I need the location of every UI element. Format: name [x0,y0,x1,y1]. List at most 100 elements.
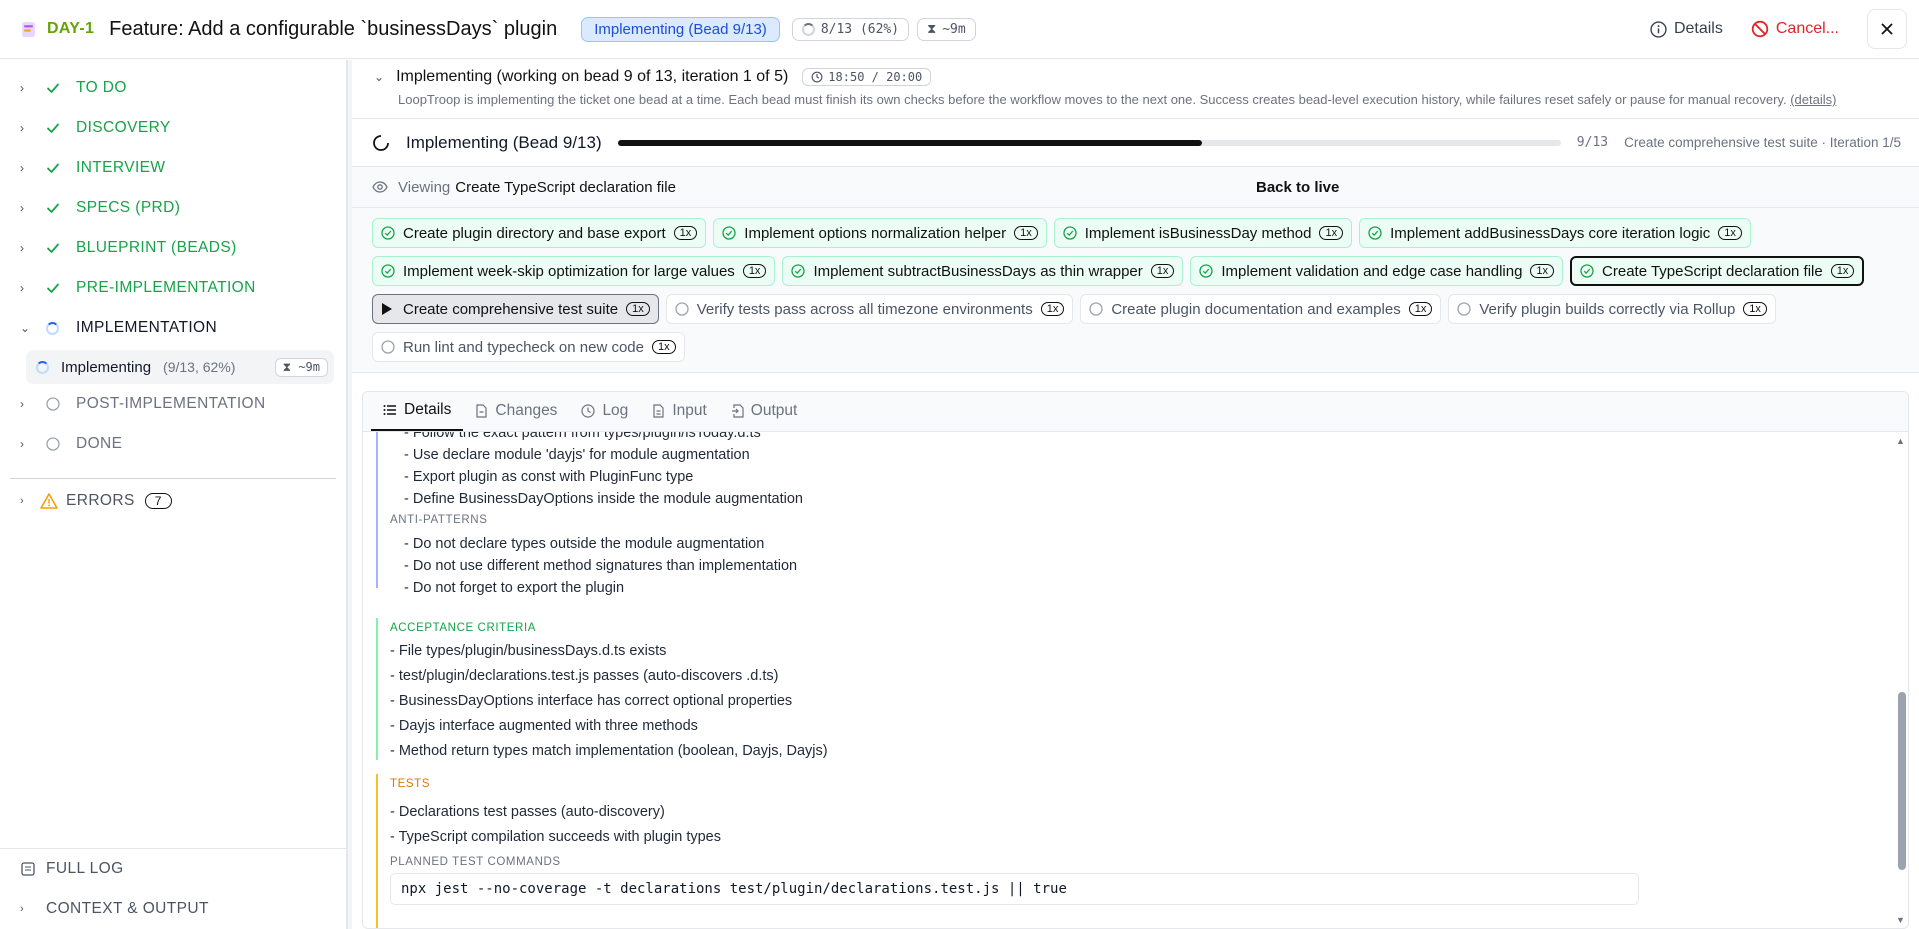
chevron-right-icon: › [20,903,25,915]
bead-chip[interactable]: Create comprehensive test suite 1x [372,294,659,324]
test-item: - TypeScript compilation succeeds with p… [390,829,721,845]
circle-icon [1089,302,1103,316]
prohibited-icon [1751,20,1769,38]
tab-input[interactable]: Input [640,392,718,431]
phase-label: SPECS (PRD) [76,199,181,216]
details-link[interactable]: (details) [1790,92,1836,107]
bead-iteration-badge: 1x [1743,302,1767,316]
sidebar-item-done[interactable]: › DONE [0,424,346,464]
test-command[interactable]: npx jest --no-coverage -t declarations t… [390,873,1639,905]
tab-log[interactable]: Log [569,392,640,431]
chevron-right-icon: › [20,437,25,451]
scrollbar[interactable]: ▲ ▼ [1894,432,1908,928]
back-to-live-button[interactable]: Back to live [1256,179,1339,196]
tab-output[interactable]: Output [719,392,810,431]
bead-chip[interactable]: Implement isBusinessDay method 1x [1053,218,1353,248]
sidebar-item-specs-prd[interactable]: › SPECS (PRD) [0,188,346,228]
tab-details[interactable]: Details [371,392,464,431]
bead-chip[interactable]: Implement validation and edge case handl… [1190,256,1564,286]
anti-pattern-item: - Do not forget to export the plugin [404,580,625,596]
guidance-bar [376,432,378,588]
sidebar-item-errors[interactable]: › ERRORS 7 [0,481,346,521]
progress-chip: 8/13 (62%) [791,17,910,41]
bead-chip[interactable]: Create plugin directory and base export 1… [372,218,707,248]
circle-icon [675,302,689,316]
bead-iteration-badge: 1x [673,226,698,240]
bead-chip[interactable]: Run lint and typecheck on new code 1x [372,332,685,362]
bead-chip[interactable]: Create TypeScript declaration file 1x [1570,256,1865,286]
cancel-button[interactable]: Cancel... [1751,20,1839,38]
acceptance-item: - File types/plugin/businessDays.d.ts ex… [390,643,667,659]
bead-chip[interactable]: Implement subtractBusinessDays as thin w… [782,256,1184,286]
acceptance-bar [376,618,378,760]
chevron-right-icon: › [20,281,25,295]
status-badge: Implementing (Bead 9/13) [581,16,780,42]
later-phase-list: › POST-IMPLEMENTATION › DONE [0,384,346,464]
guidance-item: - Export plugin as const with PluginFunc… [404,469,694,485]
bead-chip[interactable]: Implement options normalization helper 1x [713,218,1047,248]
bead-label: Create comprehensive test suite [403,300,619,318]
acceptance-item: - test/plugin/declarations.test.js passe… [390,668,779,684]
sidebar: › TO DO › DISCOVERY › INTERVIEW › SPECS (PRD) › B… [0,60,347,929]
tab-changes[interactable]: Changes [463,392,569,431]
tab-label: Details [404,401,452,418]
sidebar-item-post-implementation[interactable]: › POST-IMPLEMENTATION [0,384,346,424]
chevron-right-icon: › [20,241,25,255]
close-icon [1881,23,1893,35]
context-output-button[interactable]: › CONTEXT & OUTPUT [0,889,346,929]
sidebar-item-discovery[interactable]: › DISCOVERY [0,108,346,148]
bead-iteration-badge: 1x [1830,264,1855,278]
main-panel: ⌄ Implementing (working on bead 9 of 13,… [352,60,1919,929]
check-icon [47,123,59,133]
check-circle-icon [722,226,736,240]
hourglass-icon: ⧗ [927,21,937,37]
bead-chip[interactable]: Implement week-skip optimization for lar… [372,256,776,286]
info-icon [1650,20,1667,38]
eta-chip: ⧗ ~9m [917,17,976,41]
bead-label: Implement options normalization helper [744,224,1007,242]
phase-label: PRE-IMPLEMENTATION [76,279,256,296]
circle-icon [46,437,60,451]
bead-iteration-badge: 1x [1408,302,1433,316]
list-icon [383,403,397,417]
scroll-down-icon[interactable]: ▼ [1896,915,1905,925]
check-circle-icon [1580,264,1594,278]
sidebar-item-implementation[interactable]: ⌄ IMPLEMENTATION [0,308,346,348]
chevron-down-icon[interactable]: ⌄ [374,70,384,84]
chevron-right-icon: › [20,81,25,95]
bead-iteration-badge: 1x [1150,264,1175,278]
tab-label: Output [750,402,798,419]
bead-chip[interactable]: Verify tests pass across all timezone en… [665,294,1074,324]
sidebar-item-to-do[interactable]: › TO DO [0,68,346,108]
details-button[interactable]: Details [1650,20,1723,38]
file-input-icon [652,404,665,418]
sidebar-item-implementing[interactable]: Implementing (9/13, 62%) ⧗ ~9m [26,350,334,384]
guidance-item: - Use declare module 'dayjs' for module … [404,447,750,463]
scrollbar-thumb[interactable] [1898,692,1906,870]
acceptance-item: - Method return types match implementati… [390,743,828,759]
progress-bar [617,139,1561,146]
sidebar-item-interview[interactable]: › INTERVIEW [0,148,346,188]
progress-bar-fill [617,139,1203,146]
bead-chip[interactable]: Implement addBusinessDays core iteration… [1359,218,1751,248]
check-circle-icon [1063,226,1077,240]
bead-chip[interactable]: Create plugin documentation and examples… [1080,294,1442,324]
sidebar-item-blueprint-beads[interactable]: › BLUEPRINT (BEADS) [0,228,346,268]
circle-icon [46,397,60,411]
acceptance-item: - Dayjs interface augmented with three m… [390,718,698,734]
bead-chip[interactable]: Verify plugin builds correctly via Rollu… [1448,294,1776,324]
ticket-id: DAY-1 [47,20,95,37]
ticket-icon [22,21,35,37]
play-icon [382,303,392,315]
bead-label: Implement week-skip optimization for lar… [403,262,735,280]
file-diff-icon [475,404,488,418]
test-command-text: npx jest --no-coverage -t declarations t… [401,881,1067,897]
sidebar-item-pre-implementation[interactable]: › PRE-IMPLEMENTATION [0,268,346,308]
tests-label: TESTS [390,778,431,790]
scroll-up-icon[interactable]: ▲ [1896,436,1905,446]
close-button[interactable] [1867,9,1907,49]
sidebar-footer: FULL LOG › CONTEXT & OUTPUT [0,848,346,929]
full-log-button[interactable]: FULL LOG [0,849,346,889]
circle-icon [1457,302,1471,316]
log-icon [581,404,596,418]
